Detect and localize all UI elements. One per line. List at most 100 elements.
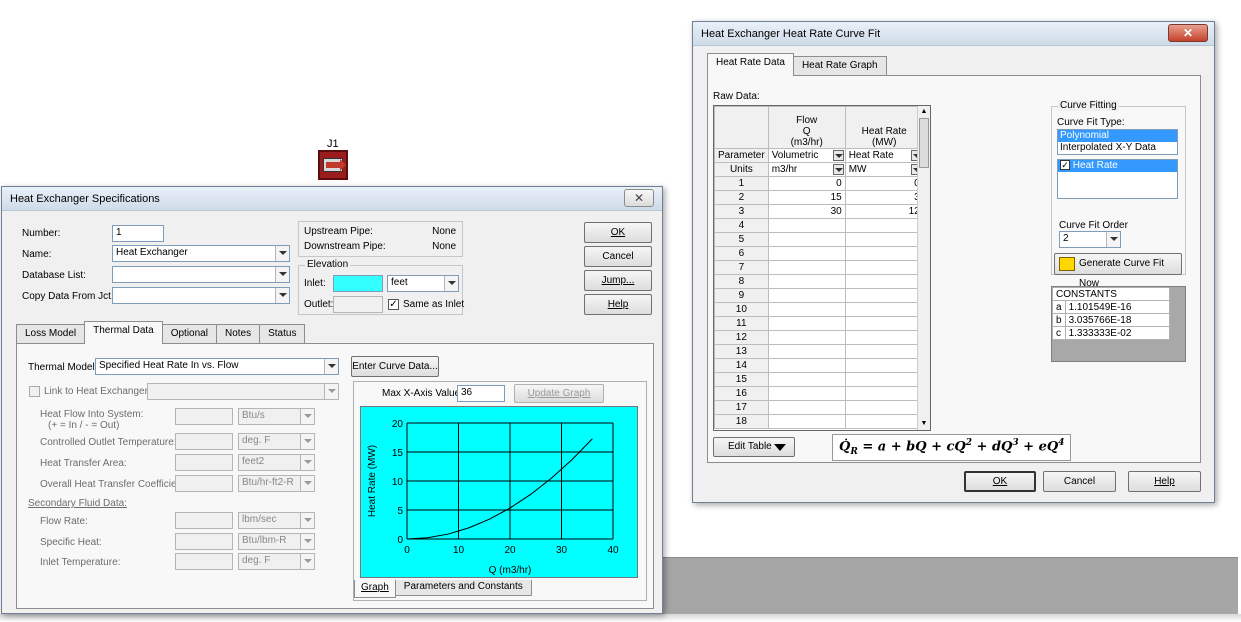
flow-cell[interactable]: 30 [767,204,846,219]
fit-type-polynomial[interactable]: Polynomial [1058,130,1177,142]
inlet-elevation-field[interactable] [333,275,383,292]
flow-cell[interactable] [767,414,846,429]
curve-fit-type-list[interactable]: Polynomial Interpolated X-Y Data [1057,129,1178,155]
tab-graph[interactable]: Graph [354,580,396,598]
same-as-inlet-checkbox[interactable]: ✓ [388,299,399,310]
edit-table-button[interactable]: Edit Table [713,437,795,457]
overall-field[interactable] [175,475,233,492]
flow-cell[interactable] [767,330,846,345]
overall-unit-combo[interactable]: Btu/hr-ft2-R [238,475,315,492]
heat-rate-cell[interactable]: 3 [844,190,924,205]
heat-rate-cell[interactable] [844,232,924,247]
series-list[interactable]: ✓ Heat Rate [1057,159,1178,199]
heat-rate-cell[interactable] [844,358,924,373]
heat-rate-cell[interactable] [844,386,924,401]
number-field[interactable]: 1 [112,225,164,242]
area-unit-combo[interactable]: feet2 [238,454,315,471]
chevron-down-icon[interactable] [832,164,844,175]
heat-rate-cell[interactable] [844,246,924,261]
flow-unit-cell[interactable]: m3/hr [767,162,846,177]
curve-ok-button[interactable]: OK [964,471,1036,492]
tab-heat-rate-graph[interactable]: Heat Rate Graph [792,56,887,76]
heat-rate-cell[interactable] [844,414,924,429]
scroll-down-icon[interactable]: ▼ [918,418,930,430]
flow-cell[interactable] [767,302,846,317]
generate-curve-fit-button[interactable]: Generate Curve Fit Now [1054,253,1182,289]
flow-cell[interactable] [767,260,846,275]
database-combo[interactable] [112,266,290,283]
inlet-unit-combo[interactable]: feet [387,275,459,292]
curve-cancel-button[interactable]: Cancel [1043,471,1116,492]
chevron-down-icon[interactable] [300,455,314,470]
scroll-thumb[interactable] [919,118,929,168]
series-item-heat-rate[interactable]: ✓ Heat Rate [1058,160,1177,172]
heat-rate-cell[interactable] [844,400,924,415]
heat-unit-cell[interactable]: MW [844,162,924,177]
link-checkbox[interactable] [29,386,40,397]
chevron-down-icon[interactable] [1106,232,1120,247]
tab-status[interactable]: Status [259,324,306,344]
heat-rate-cell[interactable] [844,316,924,331]
curve-fit-order-combo[interactable]: 2 [1059,231,1121,248]
tab-heat-rate-data[interactable]: Heat Rate Data [707,53,794,76]
flow-cell[interactable]: 15 [767,190,846,205]
heat-parameter-cell[interactable]: Heat Rate [844,148,924,163]
checkbox-checked-icon[interactable]: ✓ [1060,160,1070,171]
max-x-field[interactable]: 36 [457,385,505,402]
flow-rate-unit-combo[interactable]: lbm/sec [238,512,315,529]
flow-cell[interactable] [767,218,846,233]
enter-curve-data-button[interactable]: Enter Curve Data... [351,356,439,377]
tab-optional[interactable]: Optional [161,324,217,344]
fit-type-interpolated[interactable]: Interpolated X-Y Data [1058,142,1177,154]
flow-cell[interactable] [767,386,846,401]
grid-scrollbar[interactable]: ▲ ▼ [917,106,930,430]
specific-heat-unit-combo[interactable]: Btu/lbm-R [238,533,315,550]
cancel-button[interactable]: Cancel [584,246,652,267]
flow-cell[interactable] [767,232,846,247]
thermal-model-combo[interactable]: Specified Heat Rate In vs. Flow [95,358,339,375]
scroll-up-icon[interactable]: ▲ [918,106,930,118]
tab-parameters-constants[interactable]: Parameters and Constants [394,580,532,596]
inlet-temp-field[interactable] [175,553,233,570]
chevron-down-icon[interactable] [832,150,844,161]
heat-rate-cell[interactable] [844,288,924,303]
outlet-elevation-field[interactable] [333,296,383,313]
chevron-down-icon[interactable] [300,554,314,569]
chevron-down-icon[interactable] [300,513,314,528]
curve-help-button[interactable]: Help [1128,471,1201,492]
update-graph-button[interactable]: Update Graph [514,384,604,403]
heat-flow-unit-combo[interactable]: Btu/s [238,408,315,425]
flow-cell[interactable] [767,316,846,331]
raw-data-grid[interactable]: Flow Q (m3/hr) Heat Rate (MW) Parameter … [713,105,931,431]
flow-cell[interactable] [767,274,846,289]
close-icon[interactable]: ✕ [624,189,654,207]
chevron-down-icon[interactable] [275,267,289,282]
flow-parameter-cell[interactable]: Volumetric [767,148,846,163]
tab-thermal-data[interactable]: Thermal Data [84,321,163,344]
heat-rate-cell[interactable] [844,330,924,345]
chevron-down-icon[interactable] [300,534,314,549]
flow-cell[interactable] [767,358,846,373]
heat-rate-cell[interactable]: 12 [844,204,924,219]
chevron-down-icon[interactable] [324,359,338,374]
area-field[interactable] [175,454,233,471]
heat-exchanger-junction-icon[interactable] [318,150,348,180]
flow-cell[interactable]: 0 [767,176,846,191]
flow-cell[interactable] [767,344,846,359]
heat-rate-cell[interactable] [844,218,924,233]
inlet-temp-unit-combo[interactable]: deg. F [238,553,315,570]
heat-rate-cell[interactable]: 0 [844,176,924,191]
flow-cell[interactable] [767,288,846,303]
chevron-down-icon[interactable] [300,434,314,449]
heat-rate-cell[interactable] [844,302,924,317]
heat-rate-cell[interactable] [844,344,924,359]
flow-cell[interactable] [767,246,846,261]
flow-cell[interactable] [767,372,846,387]
controlled-unit-combo[interactable]: deg. F [238,433,315,450]
copy-combo[interactable] [112,287,290,304]
name-combo[interactable]: Heat Exchanger [112,245,290,262]
chevron-down-icon[interactable] [300,409,314,424]
jump-button[interactable]: Jump... [584,270,652,291]
heat-flow-field[interactable] [175,408,233,425]
controlled-field[interactable] [175,433,233,450]
